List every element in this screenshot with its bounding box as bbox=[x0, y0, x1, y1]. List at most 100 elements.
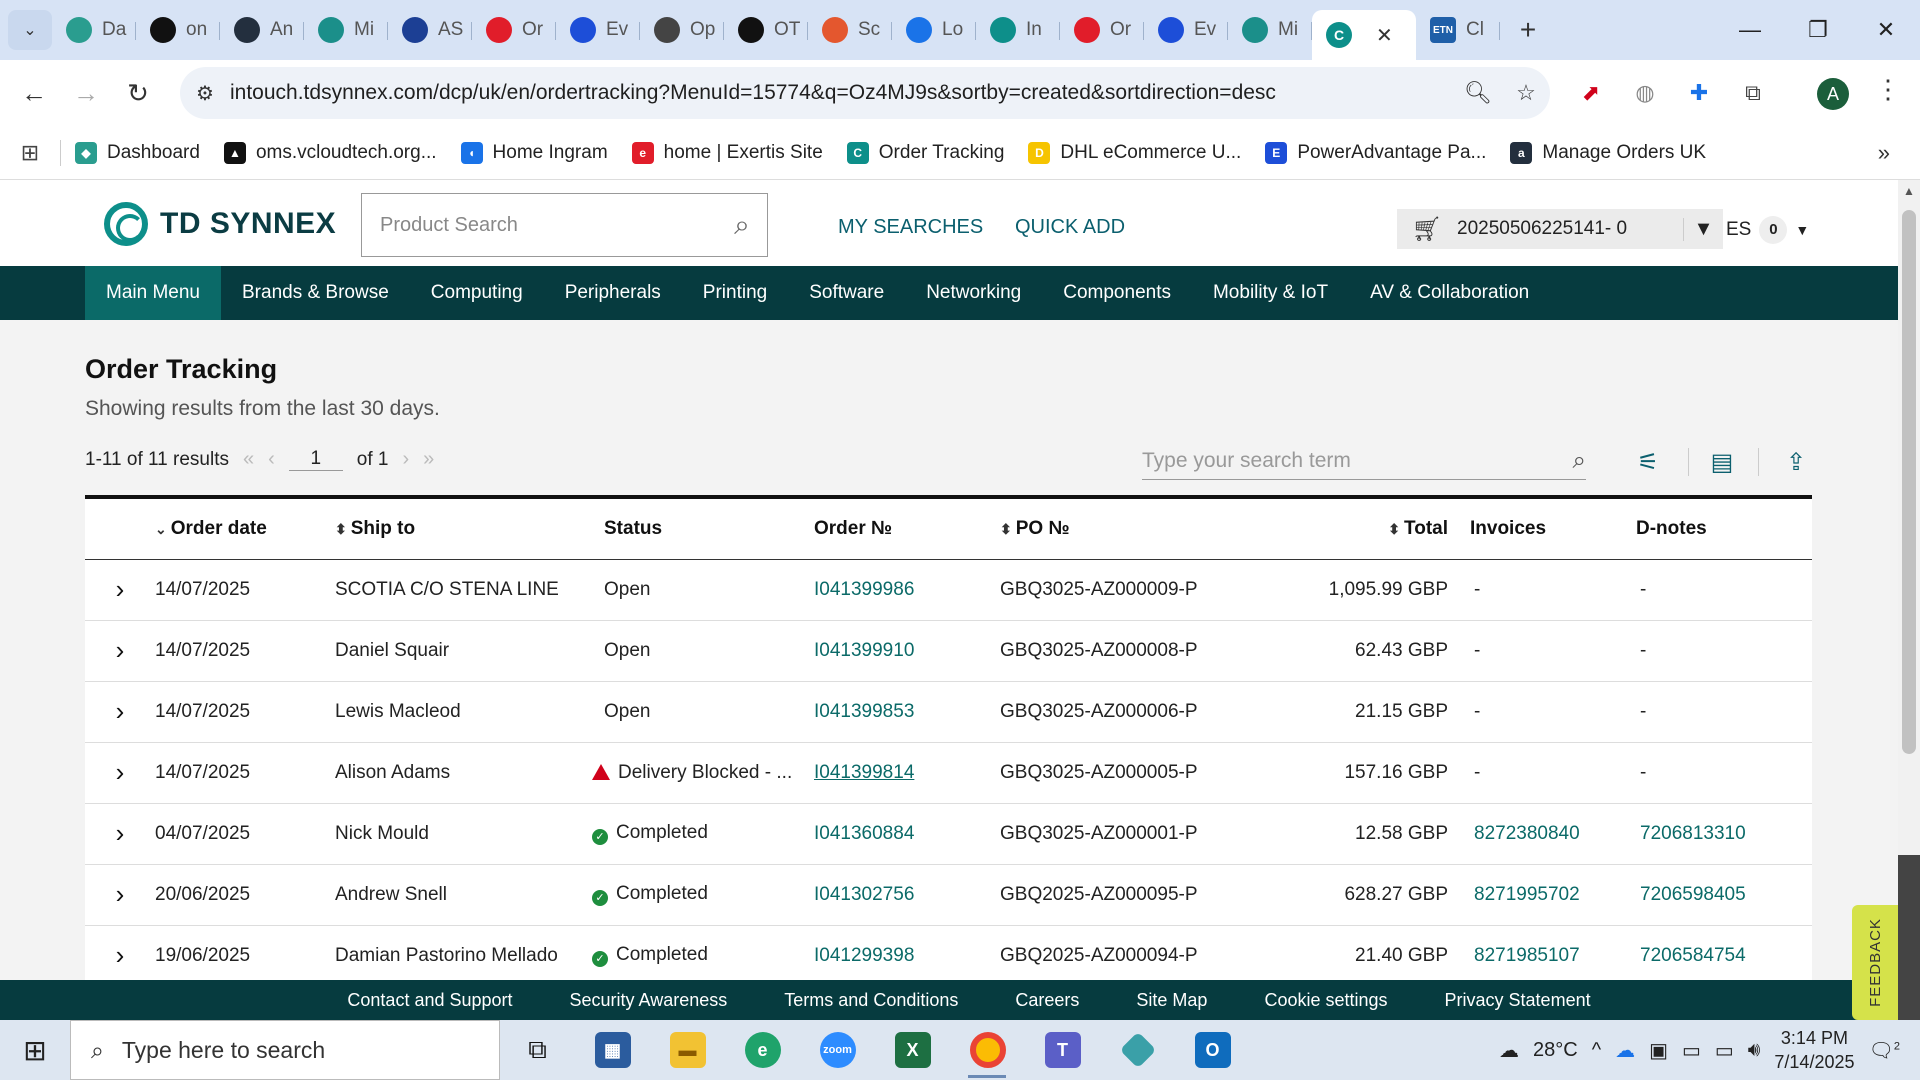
order-number-link[interactable]: I041302756 bbox=[814, 864, 1000, 926]
cart-dropdown-icon[interactable]: ▼ bbox=[1683, 217, 1723, 241]
invoice-cell[interactable]: 8271985107 bbox=[1470, 925, 1636, 987]
bookmark-item[interactable]: e home | Exertis Site bbox=[631, 141, 823, 164]
minimize-button[interactable]: — bbox=[1716, 0, 1784, 60]
invoice-cell[interactable]: 8272380840 bbox=[1470, 803, 1636, 865]
taskbar-search[interactable]: ⌕ Type here to search bbox=[70, 1020, 500, 1080]
onedrive-icon[interactable]: ☁ bbox=[1615, 1038, 1635, 1063]
order-number-link[interactable]: I041399814 bbox=[814, 742, 1000, 804]
site-info-icon[interactable]: ⚙ bbox=[180, 81, 230, 106]
chevron-up-icon[interactable]: ^ bbox=[1592, 1039, 1601, 1062]
nav-item[interactable]: Brands & Browse bbox=[221, 266, 410, 320]
footer-link[interactable]: Site Map bbox=[1136, 990, 1207, 1011]
bookmark-item[interactable]: ▲ oms.vcloudtech.org... bbox=[223, 141, 437, 164]
browser-tab[interactable]: OT bbox=[724, 8, 808, 52]
app-diamond-icon[interactable] bbox=[1100, 1020, 1175, 1080]
bookmark-item[interactable]: ◖ Home Ingram bbox=[460, 141, 608, 164]
po-no-header[interactable]: ⬍ PO № bbox=[1000, 499, 1226, 560]
table-row[interactable]: › 19/06/2025 Damian Pastorino Mellado ✓ C… bbox=[85, 925, 1812, 987]
order-number-link[interactable]: I041360884 bbox=[814, 803, 1000, 865]
browser-tab[interactable]: Mi bbox=[304, 8, 388, 52]
weather-icon[interactable]: ☁ bbox=[1499, 1038, 1519, 1063]
excel-icon[interactable]: X bbox=[875, 1020, 950, 1080]
page-scrollbar[interactable]: ▲ bbox=[1898, 180, 1920, 1020]
url-text[interactable]: intouch.tdsynnex.com/dcp/uk/en/ordertrac… bbox=[230, 81, 1454, 105]
footer-link[interactable]: Terms and Conditions bbox=[784, 990, 958, 1011]
order-number-link[interactable]: I041399853 bbox=[814, 681, 1000, 743]
order-number-link[interactable]: I041399910 bbox=[814, 620, 1000, 682]
new-tab-button[interactable]: + bbox=[1508, 14, 1548, 46]
chrome-icon[interactable] bbox=[950, 1020, 1025, 1080]
bookmark-star-icon[interactable]: ☆ bbox=[1502, 80, 1550, 106]
user-menu[interactable]: ES 0 ▼ bbox=[1726, 216, 1809, 244]
dnote-cell[interactable]: 7206598405 bbox=[1636, 864, 1812, 926]
browser-tab[interactable]: Lo bbox=[892, 8, 976, 52]
browser-tab[interactable]: on bbox=[136, 8, 220, 52]
extension-icon[interactable]: ✚ bbox=[1680, 74, 1718, 112]
footer-link[interactable]: Careers bbox=[1015, 990, 1079, 1011]
filter-icon[interactable]: ⚟ bbox=[1628, 444, 1668, 480]
browser-tab[interactable]: Da bbox=[52, 8, 136, 52]
address-bar[interactable]: ⚙ intouch.tdsynnex.com/dcp/uk/en/ordertr… bbox=[180, 67, 1550, 119]
expand-row-chevron-icon[interactable]: › bbox=[85, 864, 155, 926]
table-search-input[interactable] bbox=[1142, 448, 1573, 473]
first-page-icon[interactable]: « bbox=[243, 448, 254, 471]
footer-link[interactable]: Contact and Support bbox=[347, 990, 512, 1011]
tab-search-button[interactable]: ⌄ bbox=[8, 10, 52, 50]
footer-link[interactable]: Cookie settings bbox=[1264, 990, 1387, 1011]
ship-to-header[interactable]: ⬍ Ship to bbox=[335, 499, 592, 560]
browser-menu-icon[interactable]: ⋮ bbox=[1875, 74, 1901, 105]
nav-item[interactable]: Main Menu bbox=[85, 266, 221, 320]
table-row[interactable]: › 14/07/2025 Daniel Squair Open I0413999… bbox=[85, 620, 1812, 682]
browser-tab[interactable]: Or bbox=[1060, 8, 1144, 52]
zoom-icon[interactable]: zoom bbox=[800, 1020, 875, 1080]
close-window-button[interactable]: ✕ bbox=[1852, 0, 1920, 60]
browser-tab[interactable]: Mi bbox=[1228, 8, 1312, 52]
browser-tab[interactable]: Op bbox=[640, 8, 724, 52]
browser-tab[interactable]: Or bbox=[472, 8, 556, 52]
volume-icon[interactable]: 🔊︎ bbox=[1748, 1039, 1761, 1062]
back-button[interactable]: ← bbox=[8, 78, 60, 109]
bookmarks-overflow-icon[interactable]: » bbox=[1878, 140, 1890, 166]
globe-extension-icon[interactable]: ◍ bbox=[1626, 74, 1664, 112]
cart-selector[interactable]: 🛒︎ 20250506225141- 0 ▼ bbox=[1397, 209, 1723, 249]
dnote-cell[interactable]: 7206813310 bbox=[1636, 803, 1812, 865]
notifications-icon[interactable]: 🗨︎2 bbox=[1868, 1038, 1900, 1063]
footer-link[interactable]: Security Awareness bbox=[570, 990, 728, 1011]
order-number-link[interactable]: I041299398 bbox=[814, 925, 1000, 987]
product-search-input[interactable] bbox=[380, 213, 717, 237]
tab-close-icon[interactable]: ✕ bbox=[1376, 23, 1393, 48]
nav-item[interactable]: Peripherals bbox=[544, 266, 682, 320]
tray-app-icon[interactable]: ▣ bbox=[1649, 1038, 1668, 1063]
file-explorer-icon[interactable]: ▬ bbox=[650, 1020, 725, 1080]
pdf-extension-icon[interactable]: ⬈ bbox=[1572, 74, 1610, 112]
browser-tab[interactable]: Sc bbox=[808, 8, 892, 52]
scrollbar-thumb[interactable] bbox=[1902, 210, 1916, 754]
expand-row-chevron-icon[interactable]: › bbox=[85, 925, 155, 987]
network-icon[interactable]: ▭ bbox=[1715, 1038, 1734, 1063]
forward-button[interactable]: → bbox=[60, 78, 112, 109]
tab-last[interactable]: ETN Cl bbox=[1416, 8, 1500, 52]
teams-icon[interactable]: T bbox=[1025, 1020, 1100, 1080]
table-row[interactable]: › 14/07/2025 Alison Adams Delivery Block… bbox=[85, 742, 1812, 804]
bookmark-item[interactable]: D DHL eCommerce U... bbox=[1028, 141, 1241, 164]
browser-tab[interactable]: An bbox=[220, 8, 304, 52]
nav-item[interactable]: Mobility & IoT bbox=[1192, 266, 1349, 320]
nav-item[interactable]: Components bbox=[1042, 266, 1192, 320]
table-row[interactable]: › 20/06/2025 Andrew Snell ✓ Completed I04… bbox=[85, 864, 1812, 926]
clock[interactable]: 3:14 PM 7/14/2025 bbox=[1774, 1026, 1854, 1074]
td-synnex-logo[interactable]: TD SYNNEX bbox=[104, 202, 336, 246]
feedback-tab[interactable]: FEEDBACK bbox=[1852, 905, 1898, 1020]
browser-tab[interactable]: AS bbox=[388, 8, 472, 52]
table-row[interactable]: › 14/07/2025 Lewis Macleod Open I0413998… bbox=[85, 681, 1812, 743]
bookmark-item[interactable]: ◆ Dashboard bbox=[75, 141, 200, 164]
next-page-icon[interactable]: › bbox=[402, 448, 409, 471]
extensions-puzzle-icon[interactable]: ⧉ bbox=[1734, 74, 1772, 112]
edge-icon[interactable]: e bbox=[725, 1020, 800, 1080]
my-searches-link[interactable]: MY SEARCHES bbox=[838, 216, 983, 239]
last-page-icon[interactable]: » bbox=[423, 448, 434, 471]
columns-list-icon[interactable]: ▤ bbox=[1702, 444, 1742, 480]
expand-row-chevron-icon[interactable]: › bbox=[85, 742, 155, 804]
footer-link[interactable]: Privacy Statement bbox=[1445, 990, 1591, 1011]
search-icon[interactable]: ⌕ bbox=[1573, 447, 1586, 475]
tab-active[interactable]: C ✕ bbox=[1312, 10, 1416, 60]
